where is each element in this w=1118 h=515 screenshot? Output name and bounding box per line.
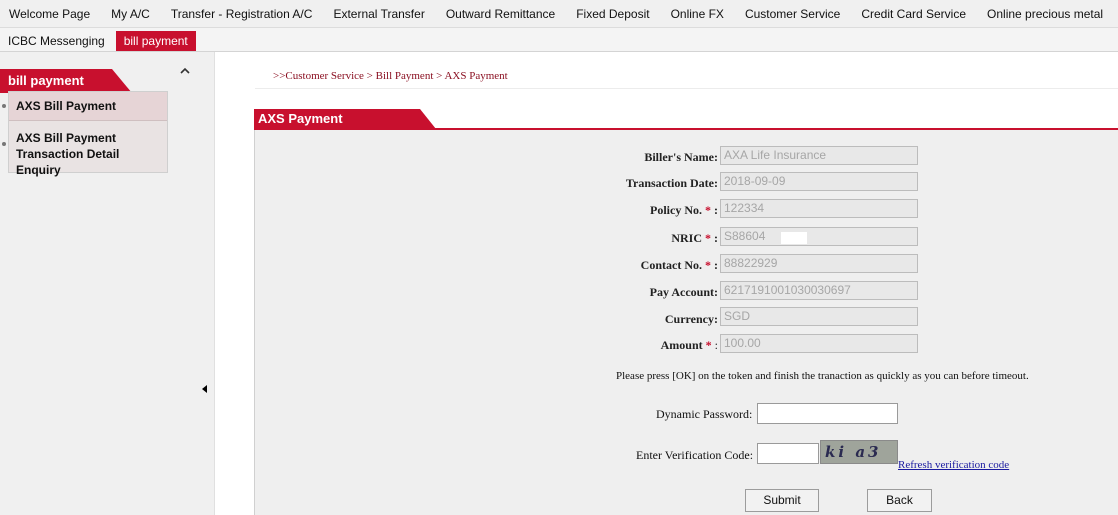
captcha-text: ki a3 bbox=[825, 443, 882, 461]
refresh-verification-link[interactable]: Refresh verification code bbox=[898, 459, 1009, 471]
currency-label: Currency: bbox=[664, 312, 718, 326]
tab-icbc-messaging[interactable]: ICBC Messenging bbox=[0, 31, 113, 51]
nric-field: S88604 bbox=[720, 227, 918, 246]
sidebar: bill payment AXS Bill Payment AXS Bill P… bbox=[0, 52, 215, 515]
captcha-image: ki a3 bbox=[820, 440, 898, 464]
billers-name-label: Biller's Name: bbox=[644, 150, 718, 164]
bullet-icon bbox=[2, 142, 6, 146]
verification-code-input[interactable] bbox=[757, 443, 819, 464]
billers-name-field: AXA Life Insurance bbox=[720, 146, 918, 165]
caret-left-icon[interactable] bbox=[202, 385, 207, 393]
nav-external-transfer[interactable]: External Transfer bbox=[333, 7, 424, 21]
nav-my-account[interactable]: My A/C bbox=[111, 7, 150, 21]
amount-field: 100.00 bbox=[720, 334, 918, 353]
sidebar-item-axs-bill-payment[interactable]: AXS Bill Payment bbox=[9, 92, 167, 121]
nav-welcome-page[interactable]: Welcome Page bbox=[9, 7, 90, 21]
tab-bill-payment[interactable]: bill payment bbox=[115, 31, 196, 51]
nav-credit-card-service[interactable]: Credit Card Service bbox=[861, 7, 966, 21]
sidebar-item-transaction-detail-enquiry[interactable]: AXS Bill Payment Transaction Detail Enqu… bbox=[9, 130, 167, 178]
sidebar-item-label: Transaction Detail Enquiry bbox=[16, 147, 120, 177]
nav-customer-service[interactable]: Customer Service bbox=[745, 7, 840, 21]
policy-no-label: Policy No. * : bbox=[650, 203, 718, 217]
sidebar-item-label: AXS Bill Payment bbox=[16, 131, 117, 145]
nav-fixed-deposit[interactable]: Fixed Deposit bbox=[576, 7, 649, 21]
bullet-icon bbox=[2, 104, 6, 108]
sidebar-header: bill payment bbox=[0, 69, 132, 93]
verification-code-label: Enter Verification Code: bbox=[636, 448, 754, 462]
divider bbox=[255, 88, 1118, 89]
panel-title: AXS Payment bbox=[254, 109, 436, 129]
submit-button[interactable]: Submit bbox=[745, 489, 819, 512]
dynamic-password-input[interactable] bbox=[757, 403, 898, 424]
breadcrumb: >>Customer Service > Bill Payment > AXS … bbox=[273, 70, 508, 82]
timeout-notice: Please press [OK] on the token and finis… bbox=[616, 370, 1029, 382]
nav-transfer-registration[interactable]: Transfer - Registration A/C bbox=[171, 7, 313, 21]
nav-outward-remittance[interactable]: Outward Remittance bbox=[446, 7, 555, 21]
chevron-up-icon[interactable] bbox=[178, 64, 192, 78]
redaction-mask bbox=[781, 232, 807, 244]
top-nav: Welcome Page My A/C Transfer - Registrat… bbox=[0, 0, 1118, 28]
amount-label: Amount * : bbox=[660, 338, 718, 352]
currency-field: SGD bbox=[720, 307, 918, 326]
transaction-date-label: Transaction Date: bbox=[625, 176, 718, 190]
transaction-date-field: 2018-09-09 bbox=[720, 172, 918, 191]
nav-online-precious-metal[interactable]: Online precious metal bbox=[987, 7, 1103, 21]
pay-account-label: Pay Account: bbox=[649, 285, 718, 299]
dynamic-password-label: Dynamic Password: bbox=[656, 407, 753, 421]
nric-label: NRIC * : bbox=[671, 231, 718, 245]
nav-online-fx[interactable]: Online FX bbox=[671, 7, 724, 21]
policy-no-field: 122334 bbox=[720, 199, 918, 218]
back-button[interactable]: Back bbox=[867, 489, 932, 512]
contact-no-field: 88822929 bbox=[720, 254, 918, 273]
contact-no-label: Contact No. * : bbox=[640, 258, 718, 272]
pay-account-field: 6217191001030030697 bbox=[720, 281, 918, 300]
sub-nav: ICBC Messenging bill payment bbox=[0, 28, 1118, 52]
sidebar-menu: AXS Bill Payment AXS Bill Payment Transa… bbox=[8, 91, 168, 177]
